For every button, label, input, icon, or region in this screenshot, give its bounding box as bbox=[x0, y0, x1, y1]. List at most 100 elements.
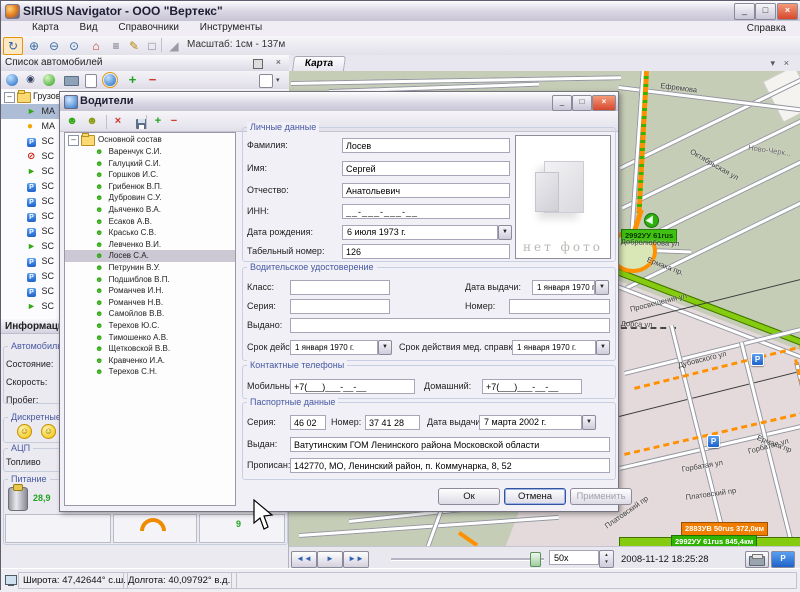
edit-icon[interactable]: ✎ bbox=[124, 37, 144, 55]
inn-field[interactable] bbox=[342, 204, 510, 219]
driver-row[interactable]: Варенчук С.И. bbox=[65, 146, 235, 158]
menu-view[interactable]: Вид bbox=[71, 21, 107, 34]
timeline-slider-thumb[interactable] bbox=[530, 552, 541, 567]
name-field[interactable] bbox=[342, 161, 510, 176]
passport-issue-dropdown-icon[interactable] bbox=[582, 415, 596, 430]
driver-row[interactable]: Грибенюк В.П. bbox=[65, 181, 235, 193]
eye-icon[interactable]: ◉ bbox=[23, 73, 38, 87]
ok-button[interactable]: Ок bbox=[438, 488, 500, 505]
map-dropdown-icon[interactable]: ▾ bbox=[770, 58, 775, 69]
driver-row[interactable]: Самойлов В.В. bbox=[65, 308, 235, 320]
grid-dropdown-icon[interactable]: ▾ bbox=[276, 76, 280, 84]
collapse-icon[interactable] bbox=[68, 135, 79, 146]
cancel-button[interactable]: Отмена bbox=[504, 488, 566, 505]
map-close-icon[interactable]: × bbox=[784, 58, 789, 68]
home-icon[interactable]: ⌂ bbox=[86, 37, 106, 55]
pin-icon[interactable] bbox=[253, 59, 263, 69]
menu-tools[interactable]: Инструменты bbox=[191, 21, 271, 34]
license-number-field[interactable] bbox=[509, 299, 610, 314]
mobile-field[interactable] bbox=[290, 379, 415, 394]
med-valid-dropdown-icon[interactable] bbox=[596, 340, 610, 355]
driver-row[interactable]: Терехов С.Н. bbox=[65, 366, 235, 378]
select-rect-icon[interactable]: □ bbox=[142, 37, 162, 55]
driver-row[interactable]: Кравченко И.А. bbox=[65, 355, 235, 367]
passport-issue-date-combo[interactable]: 7 марта 2002 г. bbox=[479, 415, 582, 430]
pan-tool-icon[interactable]: ↻ bbox=[3, 37, 23, 55]
tab-map[interactable]: Карта bbox=[292, 56, 346, 71]
driver-row[interactable]: Красько С.В. bbox=[65, 227, 235, 239]
minimize-button[interactable]: _ bbox=[734, 3, 755, 20]
license-issue-dropdown-icon[interactable] bbox=[595, 280, 609, 295]
card-icon[interactable] bbox=[85, 74, 97, 88]
parking-marker-icon[interactable]: P bbox=[751, 353, 764, 366]
list-icon[interactable]: ≡ bbox=[106, 37, 126, 55]
driver-row[interactable]: Подшиблов В.П. bbox=[65, 274, 235, 286]
zoom-in-icon[interactable]: ⊕ bbox=[24, 37, 44, 55]
zoom-out-icon[interactable]: ⊖ bbox=[44, 37, 64, 55]
menu-directories[interactable]: Справочники bbox=[109, 21, 188, 34]
apply-button[interactable]: Применить bbox=[570, 488, 632, 505]
passport-issued-by-field[interactable] bbox=[290, 437, 610, 452]
passport-series-field[interactable] bbox=[290, 415, 326, 430]
panel-close-icon[interactable]: × bbox=[276, 57, 281, 67]
driver-row[interactable]: Дьяченко В.А. bbox=[65, 204, 235, 216]
patronymic-field[interactable] bbox=[342, 183, 510, 198]
export-driver-icon[interactable]: ☻→ bbox=[84, 114, 100, 128]
driver-row[interactable]: Романчев Н.В. bbox=[65, 297, 235, 309]
driver-row[interactable]: Романчев И.Н. bbox=[65, 285, 235, 297]
speed-spinner[interactable]: ▲▼ bbox=[599, 550, 614, 568]
menu-help[interactable]: Справка bbox=[738, 22, 795, 35]
surname-field[interactable] bbox=[342, 138, 510, 153]
license-issue-date-combo[interactable]: 1 января 1970 г. bbox=[532, 280, 595, 295]
employee-no-field[interactable] bbox=[342, 244, 510, 259]
ruler-icon[interactable]: ◢ bbox=[164, 37, 184, 55]
skip-forward-button[interactable]: ►► bbox=[343, 551, 369, 568]
close-button[interactable]: × bbox=[777, 3, 798, 20]
passport-registered-field[interactable] bbox=[290, 458, 610, 473]
grid-view-icon[interactable] bbox=[259, 74, 273, 88]
driver-row[interactable]: Есаков А.В. bbox=[65, 216, 235, 228]
truck-icon[interactable] bbox=[64, 76, 79, 86]
menu-map[interactable]: Карта bbox=[23, 21, 68, 34]
follow-icon[interactable] bbox=[43, 74, 55, 86]
print-button[interactable] bbox=[745, 551, 769, 568]
license-class-field[interactable] bbox=[290, 280, 390, 295]
driver-row[interactable]: Петрунин В.У. bbox=[65, 262, 235, 274]
add-vehicle-icon[interactable]: + bbox=[125, 73, 140, 87]
driver-row[interactable]: Галуцкий С.И. bbox=[65, 158, 235, 170]
delete-driver-icon[interactable]: × bbox=[110, 114, 126, 128]
home-field[interactable] bbox=[482, 379, 582, 394]
license-valid-combo[interactable]: 1 января 1970 г. bbox=[290, 340, 378, 355]
save-icon[interactable] bbox=[128, 114, 144, 128]
birthdate-combo[interactable]: 6 июля 1973 г. bbox=[342, 225, 498, 240]
add-group-icon[interactable]: + bbox=[150, 114, 166, 128]
timeline-slider-track[interactable] bbox=[391, 558, 544, 561]
driver-row[interactable]: Лосев С.А. bbox=[65, 250, 235, 262]
med-valid-combo[interactable]: 1 января 1970 г. bbox=[512, 340, 596, 355]
remove-vehicle-icon[interactable]: − bbox=[145, 73, 160, 87]
parkings-button[interactable]: P bbox=[771, 551, 795, 568]
parking-marker-icon[interactable]: P bbox=[707, 435, 720, 448]
speed-input[interactable]: 50x bbox=[549, 550, 599, 565]
zoom-select-icon[interactable]: ⊙ bbox=[64, 37, 84, 55]
dialog-maximize-button[interactable]: □ bbox=[572, 95, 592, 111]
license-issued-field[interactable] bbox=[290, 318, 610, 333]
restore-button[interactable]: □ bbox=[755, 3, 776, 20]
show-all-icon[interactable] bbox=[6, 74, 18, 86]
driver-row[interactable]: Тимошенко А.В. bbox=[65, 332, 235, 344]
dialog-minimize-button[interactable]: _ bbox=[552, 95, 572, 111]
play-button[interactable]: ► bbox=[317, 551, 343, 568]
license-series-field[interactable] bbox=[290, 299, 390, 314]
remove-group-icon[interactable]: − bbox=[166, 114, 182, 128]
passport-number-field[interactable] bbox=[365, 415, 420, 430]
driver-row[interactable]: Дубровин С.У. bbox=[65, 192, 235, 204]
dialog-title-bar[interactable]: Водители _ □ × bbox=[60, 92, 618, 112]
drivers-tree-root[interactable]: Основной состав bbox=[65, 133, 235, 146]
add-driver-icon[interactable]: ☻+ bbox=[64, 114, 80, 128]
driver-row[interactable]: Щетковской В.В. bbox=[65, 343, 235, 355]
driver-row[interactable]: Левченко В.И. bbox=[65, 239, 235, 251]
collapse-icon[interactable] bbox=[4, 92, 15, 103]
dialog-close-button[interactable]: × bbox=[592, 95, 616, 111]
driver-row[interactable]: Терехов Ю.С. bbox=[65, 320, 235, 332]
birthdate-dropdown-icon[interactable] bbox=[498, 225, 512, 240]
